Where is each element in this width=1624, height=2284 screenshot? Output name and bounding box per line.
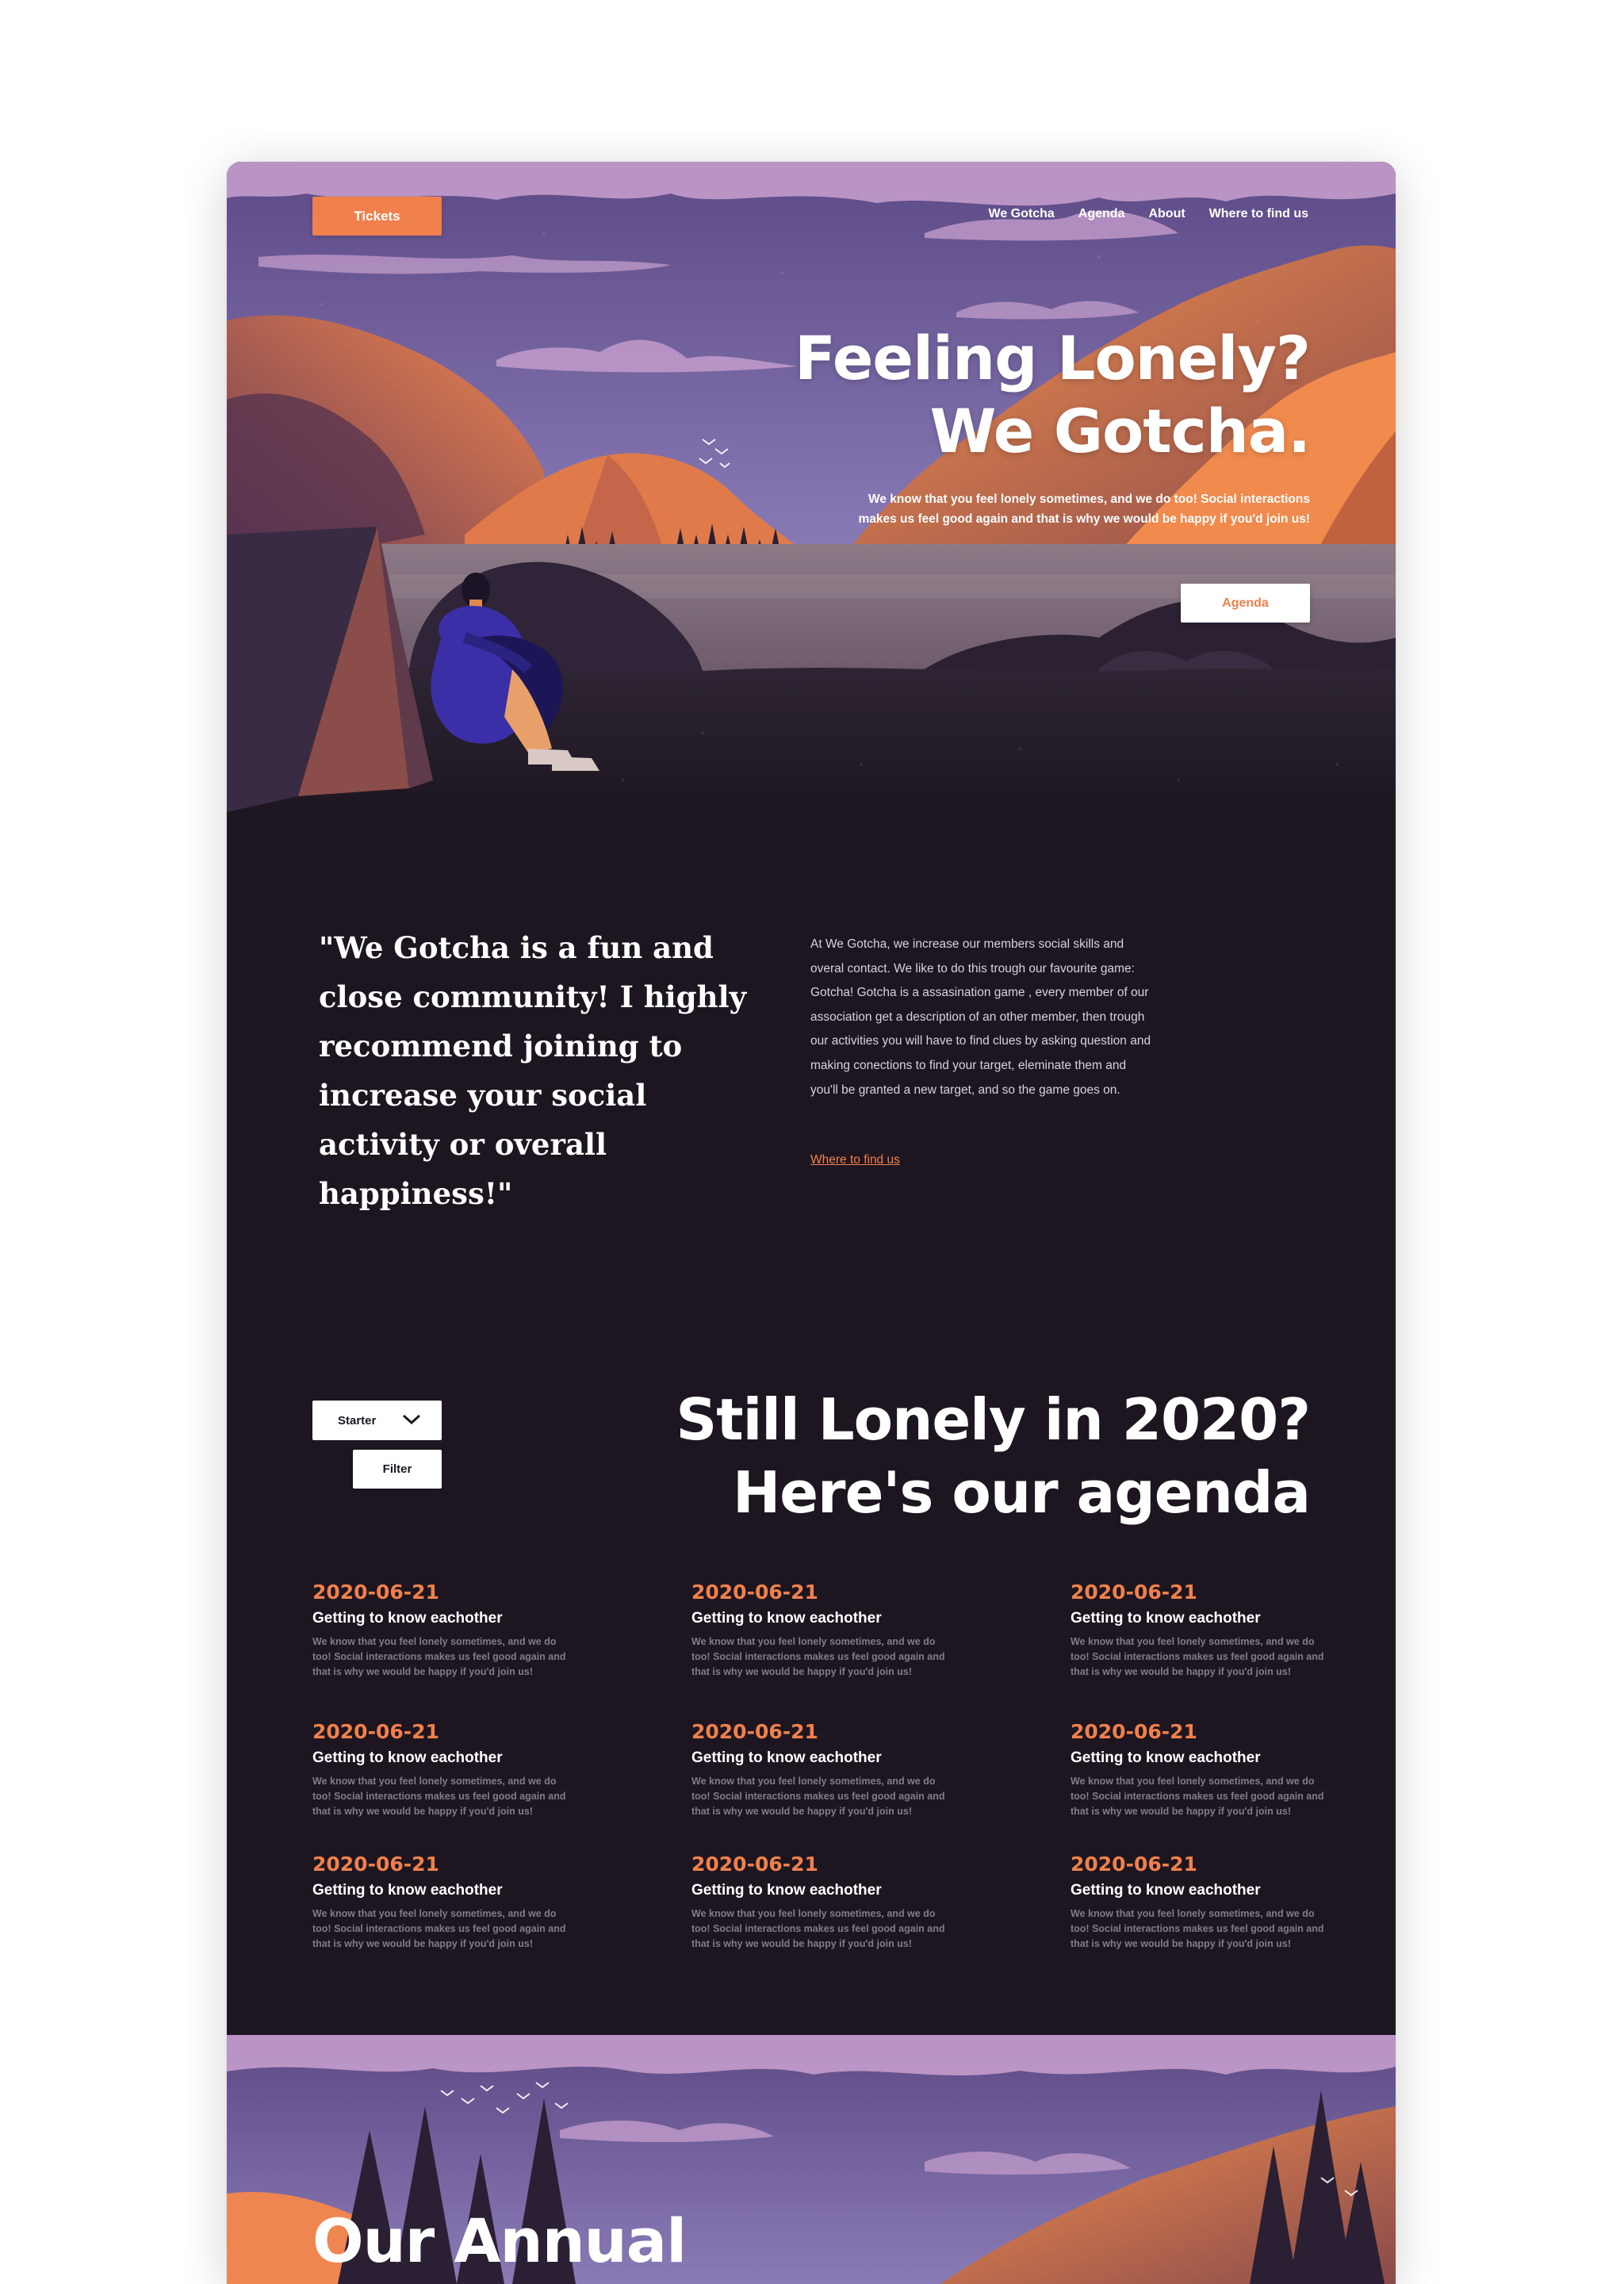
agenda-event[interactable]: 2020-06-21 Getting to know eachother We … <box>1071 1719 1332 1819</box>
hero-title-line1: Feeling Lonely? <box>795 323 1311 393</box>
event-description: We know that you feel lonely sometimes, … <box>691 1776 945 1817</box>
agenda-title-line1: Still Lonely in 2020? <box>676 1386 1311 1453</box>
event-description: We know that you feel lonely sometimes, … <box>312 1636 566 1677</box>
nav-item-where-to-find-us[interactable]: Where to find us <box>1209 207 1308 221</box>
event-description: We know that you feel lonely sometimes, … <box>1071 1636 1324 1677</box>
agenda-event[interactable]: 2020-06-21 Getting to know eachother We … <box>312 1580 574 1680</box>
hero-illustration <box>227 162 1396 812</box>
event-description: We know that you feel lonely sometimes, … <box>312 1776 566 1817</box>
event-description: We know that you feel lonely sometimes, … <box>1071 1908 1324 1949</box>
event-title: Getting to know eachother <box>312 1610 503 1627</box>
hero-title-line2: We Gotcha. <box>929 396 1311 466</box>
event-description: We know that you feel lonely sometimes, … <box>691 1636 945 1677</box>
event-description: We know that you feel lonely sometimes, … <box>691 1908 945 1949</box>
category-select-value: Starter <box>338 1413 377 1428</box>
agenda-event[interactable]: 2020-06-21 Getting to know eachother We … <box>312 1852 574 1952</box>
event-title: Getting to know eachother <box>1071 1610 1261 1627</box>
main-nav: We Gotcha Agenda About Where to find us <box>989 207 1308 221</box>
agenda-event[interactable]: 2020-06-21 Getting to know eachother We … <box>691 1719 953 1819</box>
tickets-button[interactable]: Tickets <box>312 197 442 236</box>
page-frame: Tickets We Gotcha Agenda About Where to … <box>227 162 1396 2284</box>
agenda-title: Still Lonely in 2020? Here's our agenda <box>676 1383 1311 1529</box>
hero-subtitle: We know that you feel lonely sometimes, … <box>858 492 1310 526</box>
nav-item-we-gotcha[interactable]: We Gotcha <box>989 207 1055 221</box>
category-select[interactable]: Starter <box>312 1401 442 1440</box>
where-to-find-us-link[interactable]: Where to find us <box>810 1153 900 1167</box>
chevron-down-icon <box>402 1413 421 1428</box>
hero-title: Feeling Lonely? We Gotcha. <box>795 322 1311 468</box>
event-description: We know that you feel lonely sometimes, … <box>312 1908 566 1949</box>
event-description: We know that you feel lonely sometimes, … <box>1071 1776 1324 1817</box>
agenda-event[interactable]: 2020-06-21 Getting to know eachother We … <box>691 1852 953 1952</box>
event-title: Getting to know eachother <box>691 1882 882 1899</box>
event-date: 2020-06-21 <box>312 1581 439 1604</box>
event-title: Getting to know eachother <box>691 1610 882 1627</box>
nav-item-agenda[interactable]: Agenda <box>1078 207 1125 221</box>
agenda-event[interactable]: 2020-06-21 Getting to know eachother We … <box>1071 1852 1332 1952</box>
hero-section: Tickets We Gotcha Agenda About Where to … <box>227 162 1396 812</box>
event-date: 2020-06-21 <box>691 1581 818 1604</box>
event-date: 2020-06-21 <box>1071 1853 1197 1876</box>
event-date: 2020-06-21 <box>691 1720 818 1743</box>
annual-title: Our Annual <box>312 2205 687 2276</box>
event-title: Getting to know eachother <box>312 1749 503 1766</box>
event-title: Getting to know eachother <box>691 1749 882 1766</box>
event-title: Getting to know eachother <box>312 1882 503 1899</box>
testimonial-quote: "We Gotcha is a fun and close community!… <box>319 930 747 1211</box>
agenda-event[interactable]: 2020-06-21 Getting to know eachother We … <box>1071 1580 1332 1680</box>
agenda-event[interactable]: 2020-06-21 Getting to know eachother We … <box>691 1580 953 1680</box>
nav-item-about[interactable]: About <box>1148 207 1185 221</box>
event-date: 2020-06-21 <box>691 1853 818 1876</box>
agenda-button[interactable]: Agenda <box>1181 584 1310 623</box>
filter-button[interactable]: Filter <box>353 1450 442 1489</box>
event-title: Getting to know eachother <box>1071 1749 1261 1766</box>
event-date: 2020-06-21 <box>312 1853 439 1876</box>
agenda-title-line2: Here's our agenda <box>732 1459 1311 1526</box>
agenda-event[interactable]: 2020-06-21 Getting to know eachother We … <box>312 1719 574 1819</box>
event-date: 2020-06-21 <box>312 1720 439 1743</box>
about-text: At We Gotcha, we increase our members so… <box>810 937 1151 1097</box>
event-date: 2020-06-21 <box>1071 1720 1197 1743</box>
event-date: 2020-06-21 <box>1071 1581 1197 1604</box>
event-title: Getting to know eachother <box>1071 1882 1261 1899</box>
